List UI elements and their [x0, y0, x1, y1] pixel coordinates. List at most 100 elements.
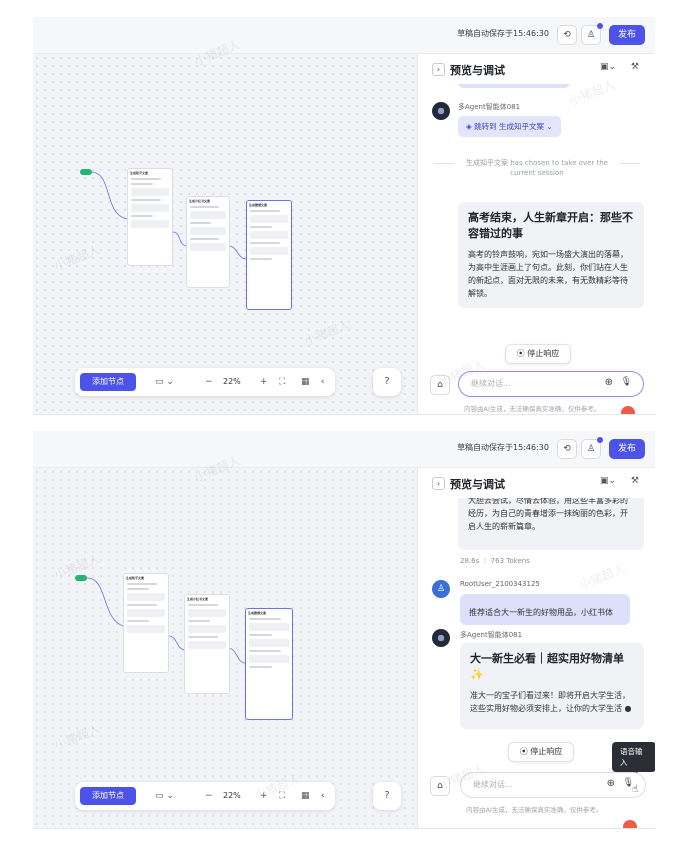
- clear-chat-icon[interactable]: ⌂: [430, 375, 450, 395]
- collaborators-icon[interactable]: ♙: [581, 437, 603, 459]
- user-message-text: 推荐适合大一新生的好物用品，小红书体: [469, 608, 613, 617]
- agent-avatar: [432, 629, 450, 647]
- device-select-icon[interactable]: ▣⌄: [600, 476, 616, 486]
- add-attachment-icon[interactable]: ⊕: [605, 377, 613, 388]
- autosave-status: 草稿自动保存于15:46:30: [457, 29, 549, 38]
- workflow-node[interactable]: 生成微博文案: [245, 608, 293, 720]
- agent-avatar: [432, 102, 450, 120]
- response-stats: 28.6s ｜ 763 Tokens: [460, 557, 530, 565]
- user-message-bubble: 推荐适合大一新生的好物用品，小红书体: [460, 594, 630, 625]
- zoom-level[interactable]: 22%: [223, 374, 241, 390]
- history-icon[interactable]: ⟲: [557, 439, 577, 459]
- layout-icon[interactable]: ▦: [301, 374, 310, 390]
- takeover-note: 生成知乎文案 has chosen to take over the curre…: [434, 158, 640, 178]
- zoom-out-icon[interactable]: −: [205, 374, 213, 390]
- takeover-text: 生成知乎文案 has chosen to take over the curre…: [466, 159, 608, 177]
- panel-header: › 预览与调试 ▣⌄ ⚒: [418, 468, 655, 498]
- agent-answer-bubble: 高考结束，人生新章开启：那些不容错过的事 高考的铃声鼓响，宛如一场盛大演出的落幕…: [458, 202, 644, 308]
- message-list[interactable]: 大胆去尝试，尽情去体验，用这些丰富多彩的经历，为自己的青春增添一抹绚丽的色彩，开…: [418, 498, 655, 758]
- help-icon[interactable]: ?: [373, 368, 401, 396]
- stop-label: 停止响应: [530, 747, 563, 756]
- workflow-node[interactable]: 生成微博文案: [246, 200, 292, 310]
- minimap-icon[interactable]: ▭ ⌄: [155, 374, 174, 390]
- collapse-arrow-icon[interactable]: ‹: [321, 374, 325, 390]
- publish-button[interactable]: 发布: [609, 25, 645, 45]
- start-node[interactable]: [80, 169, 92, 175]
- start-node[interactable]: [75, 575, 87, 581]
- node-title: 生成知乎文案: [126, 576, 145, 580]
- cursor-icon: ☝: [632, 784, 639, 795]
- layout-icon[interactable]: ▦: [301, 788, 310, 804]
- agent-name: 多Agent智能体081: [458, 103, 521, 111]
- minimap-icon[interactable]: ▭ ⌄: [155, 788, 174, 804]
- add-node-button[interactable]: 添加节点: [80, 787, 136, 805]
- autosave-status: 草稿自动保存于15:46:30: [457, 443, 549, 452]
- preview-debug-panel: › 预览与调试 ▣⌄ ⚒ 大胆去尝试，尽情去体验，用这些丰富多彩的经历，为自己的…: [417, 468, 655, 828]
- collapse-panel-icon[interactable]: ›: [432, 63, 445, 76]
- add-attachment-icon[interactable]: ⊕: [607, 778, 615, 789]
- assistant-fab[interactable]: [623, 820, 637, 828]
- collaborators-icon[interactable]: ♙: [581, 23, 603, 45]
- history-icon[interactable]: ⟲: [557, 25, 577, 45]
- answer-text: 准大一的宝子们看过来！即将开启大学生活，这些实用好物必须安排上，让你的大学生活 …: [470, 691, 632, 713]
- add-node-button[interactable]: 添加节点: [80, 373, 136, 391]
- prev-user-bubble: [458, 84, 570, 88]
- collapse-arrow-icon[interactable]: ‹: [321, 788, 325, 804]
- top-bar: 草稿自动保存于15:46:30 ⟲ ♙ 发布: [33, 431, 655, 468]
- workflow-node[interactable]: 生成小红书文案: [186, 196, 230, 288]
- collapse-panel-icon[interactable]: ›: [432, 477, 445, 490]
- node-title: 生成微博文案: [248, 611, 267, 615]
- publish-button[interactable]: 发布: [609, 439, 645, 459]
- device-select-icon[interactable]: ▣⌄: [600, 62, 616, 72]
- fit-view-icon[interactable]: ⛶: [279, 374, 285, 390]
- node-title: 生成小红书文案: [187, 597, 209, 601]
- stop-label: 停止响应: [527, 349, 560, 358]
- zoom-in-icon[interactable]: +: [260, 788, 268, 804]
- agent-answer-bubble: 大一新生必看｜超实用好物清单✨ 准大一的宝子们看过来！即将开启大学生活，这些实用…: [460, 643, 644, 729]
- jump-to-agent-pill[interactable]: ◈ 跳转到 生成知乎文案 ⌄: [458, 116, 561, 137]
- workflow-node[interactable]: 生成知乎文案: [127, 168, 173, 266]
- chat-input-placeholder: 继续对话...: [473, 780, 513, 789]
- stop-response-button[interactable]: ⦿ 停止响应: [505, 344, 571, 364]
- canvas-toolbar: 添加节点 ▭ ⌄ − 22% + ⛶ ▦ ‹: [75, 368, 335, 396]
- prev-answer-bubble: 大胆去尝试，尽情去体验，用这些丰富多彩的经历，为自己的青春增添一抹绚丽的色彩，开…: [458, 498, 644, 550]
- panel-title: 预览与调试: [450, 478, 505, 491]
- help-icon[interactable]: ?: [373, 782, 401, 810]
- top-bar: 草稿自动保存于15:46:30 ⟲ ♙ 发布: [33, 17, 655, 54]
- zoom-level[interactable]: 22%: [223, 788, 241, 804]
- fit-view-icon[interactable]: ⛶: [279, 788, 285, 804]
- zoom-in-icon[interactable]: +: [260, 374, 268, 390]
- chat-input[interactable]: 继续对话... ⊕ 🎙: [458, 371, 644, 397]
- settings-wrench-icon[interactable]: ⚒: [631, 476, 639, 486]
- microphone-icon[interactable]: 🎙: [621, 377, 632, 387]
- answer-text: 高考的铃声鼓响，宛如一场盛大演出的落幕，为高中生涯画上了句点。此刻，你们站在人生…: [468, 250, 628, 298]
- workflow-canvas[interactable]: 生成知乎文案 生成小红书文案 生成微博文案 添加节点 ▭ ⌄ − 22% + ⛶…: [33, 37, 416, 414]
- notification-dot: [597, 23, 603, 29]
- ai-disclaimer: 内容由AI生成，无法确保真实准确，仅供参考。: [466, 806, 603, 814]
- chat-input[interactable]: 继续对话... ⊕ 🎙: [460, 772, 646, 798]
- user-name: RootUser_2100343125: [460, 580, 540, 588]
- screenshot-2: 草稿自动保存于15:46:30 ⟲ ♙ 发布 生成知乎文案 生成小红书文案 生成…: [33, 431, 655, 829]
- clear-chat-icon[interactable]: ⌂: [430, 776, 450, 796]
- answer-title: 高考结束，人生新章开启：那些不容错过的事: [468, 211, 633, 240]
- notification-dot: [597, 437, 603, 443]
- zoom-out-icon[interactable]: −: [205, 788, 213, 804]
- panel-header: › 预览与调试 ▣⌄ ⚒: [418, 54, 655, 84]
- ai-disclaimer: 内容由AI生成，无法确保真实准确，仅供参考。: [464, 405, 601, 413]
- agent-name: 多Agent智能体081: [460, 631, 523, 639]
- workflow-node[interactable]: 生成小红书文案: [184, 594, 230, 694]
- node-title: 生成小红书文案: [189, 199, 211, 203]
- user-avatar: ♙: [432, 580, 450, 598]
- voice-input-tooltip: 语音输入: [612, 742, 655, 776]
- node-title: 生成知乎文案: [130, 171, 149, 175]
- settings-wrench-icon[interactable]: ⚒: [631, 62, 639, 72]
- answer-title: 大一新生必看｜超实用好物清单✨: [470, 652, 624, 681]
- workflow-canvas[interactable]: 生成知乎文案 生成小红书文案 生成微博文案 添加节点 ▭ ⌄ − 22% + ⛶…: [33, 453, 416, 828]
- message-list[interactable]: 多Agent智能体081 ◈ 跳转到 生成知乎文案 ⌄ 生成知乎文案 has c…: [418, 84, 655, 344]
- canvas-toolbar: 添加节点 ▭ ⌄ − 22% + ⛶ ▦ ‹: [75, 782, 335, 810]
- jump-label: 跳转到 生成知乎文案: [474, 122, 545, 131]
- workflow-node[interactable]: 生成知乎文案: [123, 573, 169, 673]
- stop-response-button[interactable]: ⦿ 停止响应: [508, 742, 574, 762]
- node-title: 生成微博文案: [249, 203, 268, 207]
- assistant-fab[interactable]: [621, 406, 635, 414]
